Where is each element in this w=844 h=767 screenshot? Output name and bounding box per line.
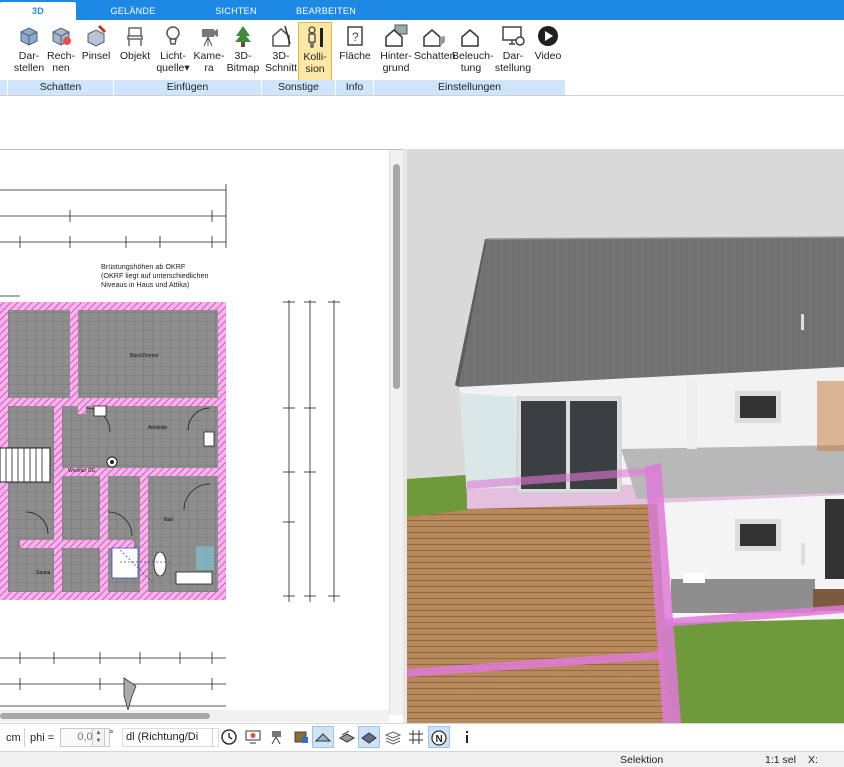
status-scale: 1:1 sel — [765, 754, 796, 766]
room-label-bad: Bad — [164, 517, 173, 523]
dimension-lines-right — [283, 300, 340, 602]
grid-button[interactable] — [405, 726, 427, 748]
toolbar-separator — [24, 728, 25, 747]
north-icon: N — [431, 730, 447, 746]
dropdown-arrow-icon[interactable]: ▾ — [184, 62, 189, 74]
direction-select[interactable]: dl (Richtung/Di — [122, 728, 219, 747]
kamera-button[interactable]: Kame- ra — [192, 22, 226, 82]
camera-view-button[interactable] — [266, 726, 288, 748]
camera-icon — [192, 24, 226, 50]
floor-plan-walls — [0, 302, 226, 600]
brush-icon — [80, 24, 112, 50]
plan-note-line3: Niveaus in Haus und Attika) — [101, 280, 189, 289]
group-label-prev — [0, 80, 8, 95]
house-shadow-icon — [414, 24, 452, 50]
tab-gelaende[interactable]: GELÄNDE — [90, 2, 176, 20]
house-light-icon — [452, 24, 490, 50]
room-label-sauna: Sauna — [36, 570, 51, 576]
group-label-sonstige: Sonstige — [262, 80, 336, 95]
rechnen-button[interactable]: Rech- nen — [44, 22, 78, 82]
floor-plan-view[interactable]: Brüstungshöhen ab OKRF (OKRF liegt auf u… — [0, 149, 403, 723]
plan-vertical-scroll-thumb[interactable] — [393, 164, 400, 389]
group-label-einfuegen: Einfügen — [114, 80, 262, 95]
clock-button[interactable] — [218, 726, 240, 748]
plan-vertical-scrollbar[interactable] — [389, 150, 403, 715]
kollision-button[interactable]: Kolli- sion — [298, 22, 332, 82]
darstellung-button[interactable]: Dar- stellung — [494, 22, 532, 82]
tab-sichten[interactable]: SICHTEN — [196, 2, 276, 20]
svg-text:N: N — [436, 734, 443, 745]
plane-view-button[interactable] — [358, 726, 380, 748]
roof-icon — [314, 733, 332, 742]
play-icon — [532, 24, 564, 50]
monitor-gear-icon — [494, 24, 532, 50]
render-icon — [294, 731, 308, 743]
plane-icon — [361, 732, 377, 744]
monitor-icon — [245, 730, 261, 744]
status-bar: Selektion 1:1 sel X: — [0, 751, 844, 767]
area-info-icon: ? — [336, 24, 374, 50]
room-label-ankleide: Ankleide — [148, 425, 167, 431]
cube-calc-icon — [44, 24, 78, 50]
plan-note-line1: Brüstungshöhen ab OKRF — [101, 262, 186, 271]
stack-icon — [384, 731, 402, 745]
3d-view[interactable] — [407, 149, 844, 723]
status-x-coordinate: X: — [808, 754, 818, 766]
ribbon-tab-bar: 3D GELÄNDE SICHTEN BEARBEITEN — [0, 0, 844, 20]
info-button[interactable] — [456, 726, 478, 748]
room-label-buero: Büro/Zimmer — [130, 353, 159, 359]
degree-symbol: ° — [109, 729, 114, 741]
chair-icon — [118, 24, 152, 50]
svg-text:?: ? — [352, 30, 359, 44]
unit-label: cm — [6, 732, 21, 744]
stack-view-button[interactable] — [382, 726, 404, 748]
tab-3d[interactable]: 3D — [0, 2, 76, 20]
phi-stepper[interactable]: ▲ ▼ — [92, 728, 105, 747]
screen-capture-button[interactable] — [242, 726, 264, 748]
bottom-toolbar: cm phi = 0,0 ▲ ▼ ° dl (Richtung/Di N — [0, 723, 844, 751]
group-label-info: Info — [336, 80, 374, 95]
grid-icon — [409, 730, 423, 744]
pinsel-button[interactable]: Pinsel — [80, 22, 112, 82]
layers-icon — [338, 730, 356, 743]
group-label-einstellungen: Einstellungen — [374, 80, 566, 95]
render-button[interactable] — [290, 726, 312, 748]
hintergrund-button[interactable]: Hinter- grund — [378, 22, 414, 82]
dimension-lines-bottom — [0, 652, 226, 707]
clock-icon — [221, 729, 237, 745]
person-icon — [299, 25, 331, 51]
toolbar-separator — [212, 728, 213, 747]
3d-bitmap-button[interactable]: 3D- Bitmap — [226, 22, 260, 82]
lichtquelle-button[interactable]: Licht- quelle▾ — [154, 22, 192, 82]
room-label-westflur: Westflur OG — [68, 468, 96, 474]
section-cut-marker — [123, 677, 137, 712]
house-bg-icon — [378, 24, 414, 50]
tree-icon — [226, 24, 260, 50]
plan-horizontal-scroll-thumb[interactable] — [0, 713, 210, 719]
status-mode: Selektion — [620, 754, 664, 766]
walls-view-button[interactable] — [336, 726, 358, 748]
workspace-header-gap — [0, 97, 844, 149]
beleuchtung-button[interactable]: Beleuch- tung — [452, 22, 493, 82]
north-button[interactable]: N — [428, 726, 450, 748]
flaeche-button[interactable]: ? Fläche — [336, 22, 374, 82]
phi-label: phi = — [30, 732, 55, 744]
tab-bearbeiten[interactable]: BEARBEITEN — [286, 2, 366, 20]
3d-schnitt-button[interactable]: 3D- Schnitt — [264, 22, 298, 82]
info-icon — [466, 731, 468, 743]
group-label-schatten: Schatten — [8, 80, 114, 95]
video-button[interactable]: Video — [532, 22, 564, 82]
3d-render — [407, 149, 844, 723]
bulb-icon — [154, 24, 192, 50]
floor-plan-drawing: Brüstungshöhen ab OKRF (OKRF liegt auf u… — [0, 184, 340, 712]
objekt-button[interactable]: Objekt — [118, 22, 152, 82]
plan-note-line2: (OKRF liegt auf unterschiedlichen — [101, 271, 208, 280]
roof-view-button[interactable] — [312, 726, 334, 748]
ribbon: Dar- stellen Rech- nen Pinsel Objekt Lic… — [0, 20, 844, 96]
schatten-button[interactable]: Schatten — [414, 22, 455, 82]
plan-horizontal-scrollbar[interactable] — [0, 710, 389, 722]
section-icon — [264, 24, 298, 50]
camera-tripod-icon — [271, 731, 281, 745]
